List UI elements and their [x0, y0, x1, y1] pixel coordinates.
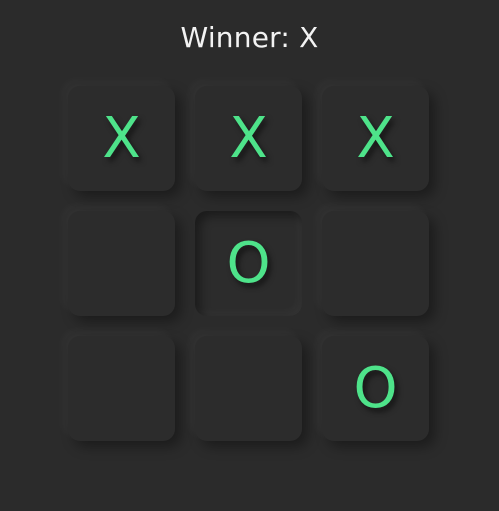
board-cell-9[interactable]: O [322, 336, 429, 441]
board-cell-8[interactable] [195, 336, 302, 441]
tic-tac-toe-board: X X X O O [68, 86, 430, 446]
board-cell-2[interactable]: X [195, 86, 302, 191]
board-cell-1[interactable]: X [68, 86, 175, 191]
board-cell-5[interactable]: O [195, 211, 302, 316]
board-cell-7[interactable] [68, 336, 175, 441]
cell-mark: X [229, 105, 268, 171]
winner-status: Winner: X [180, 21, 319, 54]
board-cell-3[interactable]: X [322, 86, 429, 191]
cell-mark: X [102, 105, 141, 171]
cell-mark: O [226, 230, 271, 296]
board-cell-6[interactable] [322, 211, 429, 316]
cell-mark: O [353, 355, 398, 421]
cell-mark: X [356, 105, 395, 171]
board-cell-4[interactable] [68, 211, 175, 316]
